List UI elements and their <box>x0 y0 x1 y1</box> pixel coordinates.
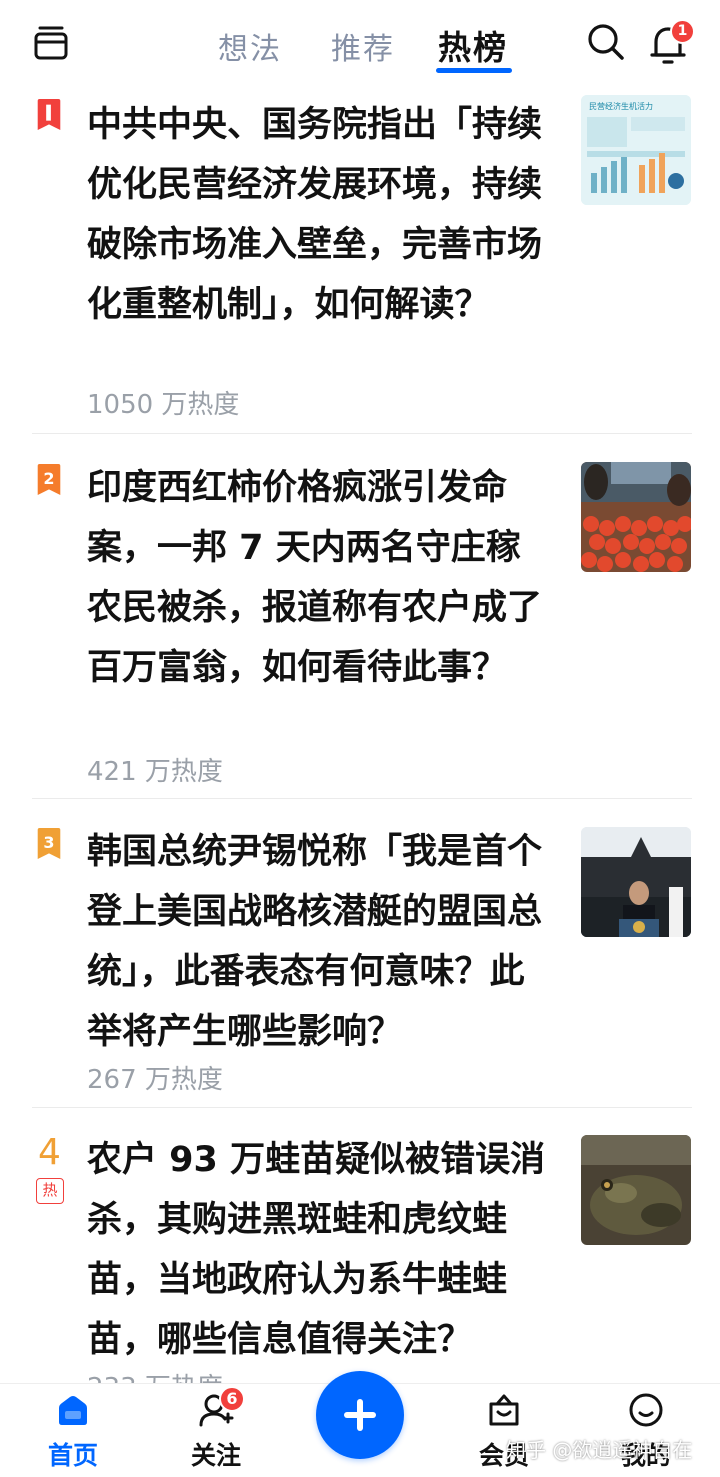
hot-item-thumbnail[interactable] <box>581 827 691 937</box>
tab-recommend[interactable]: 推荐 <box>331 24 395 68</box>
home-icon <box>59 1396 87 1425</box>
hot-item-thumbnail[interactable] <box>581 462 691 572</box>
item-divider <box>32 798 692 799</box>
item-divider <box>32 433 692 434</box>
svg-text:2: 2 <box>43 469 54 488</box>
hot-item-heat: 1050 万热度 <box>87 390 240 420</box>
hot-item-title[interactable]: 印度西红柿价格疯涨引发命案，一邦 7 天内两名守庄稼农民被杀，报道称有农户成了百… <box>87 458 555 698</box>
hot-item-title[interactable]: 韩国总统尹锡悦称「我是首个登上美国战略核潜艇的盟国总统」，此番表态有何意味？此举… <box>87 822 555 1062</box>
hot-item-thumbnail[interactable]: 民营经济生机活力 <box>581 95 691 205</box>
nav-home[interactable]: 首页 <box>28 1384 118 1477</box>
hot-list-item[interactable]: 3 韩国总统尹锡悦称「我是首个登上美国战略核潜艇的盟国总统」，此番表态有何意味？… <box>0 822 720 1107</box>
thumbnail-caption-text: 民营经济生机活力 <box>589 101 653 111</box>
hot-item-heat: 233 万热度 <box>87 1367 223 1383</box>
tab-hot-list[interactable]: 热榜 <box>438 21 508 69</box>
hot-list-item[interactable]: 4 热 农户 93 万蛙苗疑似被错误消杀，其购进黑斑蛙和虎纹蛙苗，当地政府认为系… <box>0 1130 720 1383</box>
vip-bag-icon <box>489 1394 519 1426</box>
nav-home-label: 首页 <box>47 1441 98 1470</box>
rank-1-badge-icon <box>37 99 61 131</box>
plus-icon-vertical <box>357 1399 363 1431</box>
profile-smile-icon <box>629 1393 663 1427</box>
nav-follow-label: 关注 <box>190 1441 241 1470</box>
hot-item-thumbnail[interactable] <box>581 1135 691 1245</box>
rank-2-badge-icon: 2 <box>37 464 61 496</box>
rank-number: 4 <box>38 1132 61 1173</box>
rank-3-badge-icon: 3 <box>37 828 61 860</box>
active-tab-indicator <box>436 68 512 73</box>
top-bar: 想法 推荐 热榜 1 <box>0 0 720 90</box>
svg-text:3: 3 <box>43 833 54 852</box>
watermark: 知乎 @欲逍遥神自在 <box>506 1438 693 1462</box>
hot-item-title[interactable]: 中共中央、国务院指出「持续优化民营经济发展环境，持续破除市场准入壁垒，完善市场化… <box>87 95 555 335</box>
hot-item-heat: 421 万热度 <box>87 757 223 787</box>
notification-badge: 1 <box>670 19 695 44</box>
item-divider <box>32 1107 692 1108</box>
search-icon[interactable] <box>586 22 626 62</box>
hot-item-heat: 267 万热度 <box>87 1065 223 1095</box>
hot-item-title[interactable]: 农户 93 万蛙苗疑似被错误消杀，其购进黑斑蛙和虎纹蛙苗，当地政府认为系牛蛙蛙苗… <box>87 1130 555 1370</box>
hot-list-item[interactable]: 2 印度西红柿价格疯涨引发命案，一邦 7 天内两名守庄稼农民被杀，报道称有农户成… <box>0 458 720 798</box>
follow-badge: 6 <box>219 1386 245 1412</box>
nav-follow[interactable]: 6 关注 <box>171 1384 261 1477</box>
nav-me[interactable]: 我的 <box>601 1384 691 1477</box>
tab-ideas[interactable]: 想法 <box>218 24 282 68</box>
nav-vip[interactable]: 会员 <box>459 1384 549 1477</box>
create-post-button[interactable] <box>316 1371 404 1459</box>
hot-tag-badge: 热 <box>36 1178 64 1204</box>
hot-list-item[interactable]: 中共中央、国务院指出「持续优化民营经济发展环境，持续破除市场准入壁垒，完善市场化… <box>0 95 720 433</box>
